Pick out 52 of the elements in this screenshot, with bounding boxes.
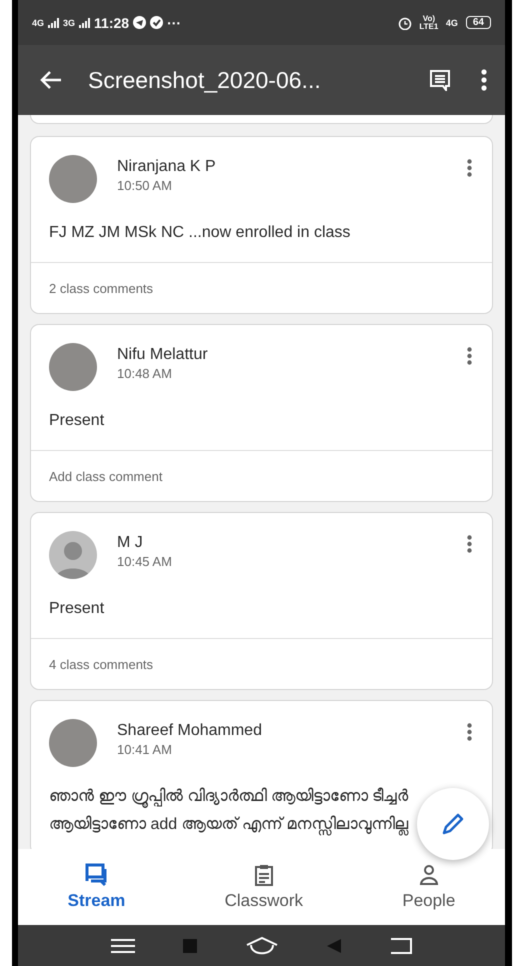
author-name: M J (117, 534, 144, 552)
post-time: 10:50 AM (117, 178, 173, 193)
person-icon (418, 863, 440, 887)
menu-button[interactable] (110, 938, 134, 954)
network-type: 3G (63, 18, 76, 28)
clock: 11:28 (94, 14, 130, 30)
avatar-photo (49, 343, 97, 391)
post-text: Present (48, 599, 106, 619)
check-badge-icon (150, 16, 164, 29)
alarm-icon (398, 16, 412, 30)
post-text: Present (48, 411, 106, 431)
chat-bubbles-icon (85, 863, 108, 887)
message-icon (429, 69, 451, 91)
volte-label: Vo) LTE1 (418, 14, 440, 30)
author-name: Nifu Melattur (117, 346, 209, 364)
home-icon (244, 936, 278, 956)
more-vert-icon (467, 159, 472, 177)
nav-tab[interactable]: People (396, 863, 462, 911)
author-name: Niranjana K P (117, 158, 217, 176)
back-arrow-icon (40, 70, 62, 90)
avatar-photo (49, 155, 97, 203)
triangle-icon (326, 938, 340, 952)
home-button[interactable] (244, 936, 278, 956)
avatar-photo (49, 719, 97, 767)
more-vert-icon (481, 69, 487, 91)
post-text: FJ MZ JM MSk NC ...now enrolled in class (48, 223, 352, 243)
more-vert-icon (467, 347, 472, 365)
network-type: 4G (32, 18, 44, 28)
post-time: 10:45 AM (117, 554, 173, 569)
signal-icon (48, 18, 60, 28)
post-text: ഞാൻ ഈ ഗ്രൂപ്പിൽ വിദ്യാർത്ഥി ആയിട്ടാണോ ടീച്ചർ ആയിട്ടാണോ add ആയത് എന്ന് മനസ്സിലാവുന്നില്ല (31, 767, 416, 849)
square-icon (182, 938, 196, 952)
nav-tab[interactable]: Stream (62, 863, 132, 911)
nav-tab[interactable]: Classwork (218, 863, 310, 911)
post-time: 10:41 AM (117, 742, 173, 757)
class-comments-link[interactable]: 2 class comments (31, 262, 492, 313)
pencil-icon (441, 812, 465, 836)
telegram-icon (133, 16, 146, 29)
more-vert-icon (467, 723, 472, 741)
return-button[interactable] (388, 936, 412, 954)
menu-icon (110, 938, 134, 954)
signal-icon (79, 18, 90, 28)
clipboard-icon (252, 863, 275, 887)
network-type: 4G (446, 18, 458, 28)
class-comments-link[interactable]: 4 class comments (31, 638, 492, 689)
more-vert-icon (467, 535, 472, 553)
post-time: 10:48 AM (117, 366, 173, 381)
screen-title: Screenshot_2020-06... (88, 66, 322, 94)
class-comments-link[interactable]: Add class comment (31, 450, 492, 501)
author-name: Shareef Mohammed (117, 722, 263, 740)
battery-level: 64 (466, 16, 491, 29)
more-notifications: ··· (167, 14, 182, 30)
